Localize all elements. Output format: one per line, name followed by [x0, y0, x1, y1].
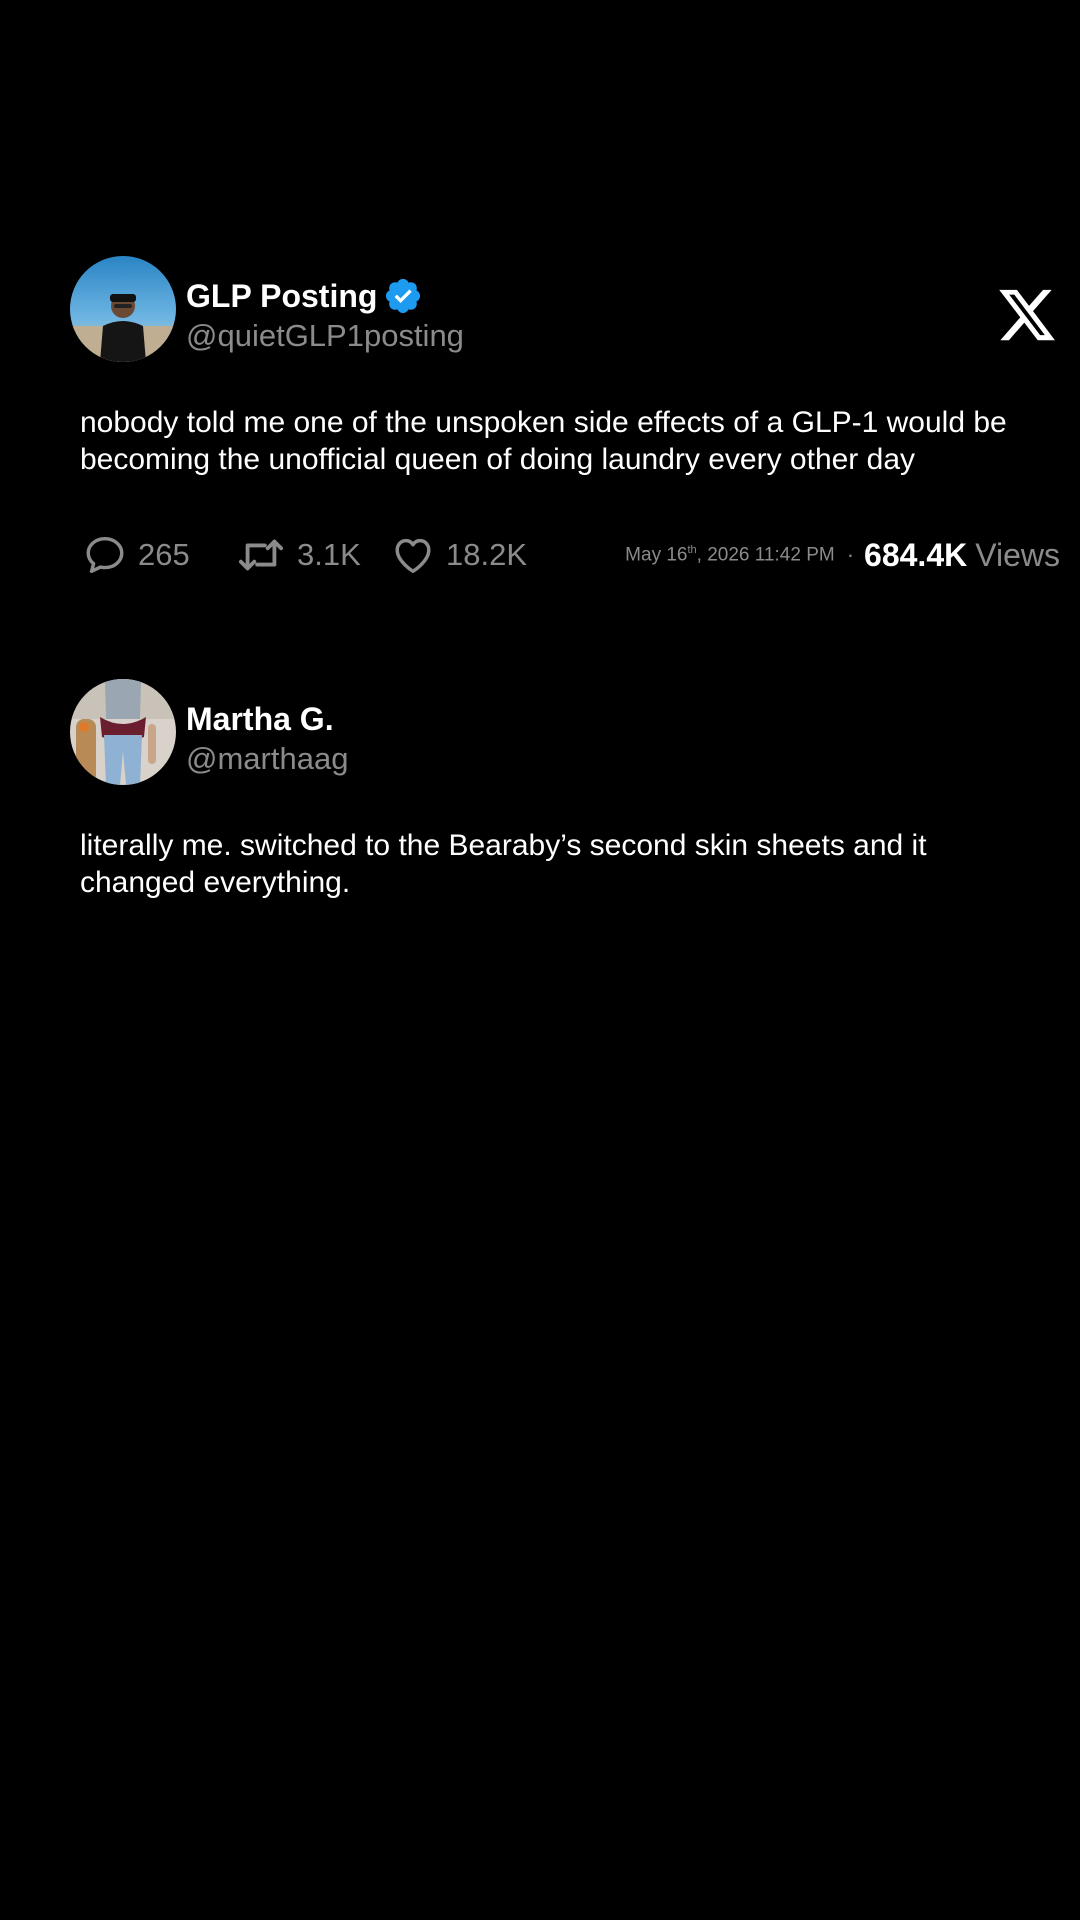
retweet-count: 3.1K — [297, 537, 361, 572]
post-timestamp[interactable]: May 16th, 2026 11:42 PM — [625, 544, 835, 566]
post-meta: May 16th, 2026 11:42 PM · 684.4K Views — [625, 530, 1060, 580]
reply-author-display-name[interactable]: Martha G. — [186, 701, 334, 738]
reply-button[interactable]: 265 — [82, 530, 190, 580]
reply-icon — [86, 536, 124, 574]
timestamp-day-suffix: th — [687, 543, 697, 556]
reply-count: 265 — [138, 537, 190, 572]
verified-badge-icon — [386, 278, 421, 314]
author-handle[interactable]: @quietGLP1posting — [186, 318, 464, 354]
reply-post: Martha G. @marthaag literally me. switch… — [70, 679, 1060, 901]
meta-separator: · — [846, 542, 855, 567]
reply-name-row: Martha G. — [186, 699, 334, 739]
like-count: 18.2K — [446, 537, 528, 572]
reply-avatar-image — [70, 679, 176, 785]
views-count: 684.4K — [864, 536, 968, 573]
post-header: GLP Posting @quietGLP1posting — [70, 256, 1060, 364]
like-icon — [395, 538, 431, 574]
like-button[interactable]: 18.2K — [390, 530, 527, 580]
reply-author-handle[interactable]: @marthaag — [186, 741, 348, 777]
name-row: GLP Posting — [186, 276, 423, 316]
reply-author-avatar[interactable] — [70, 679, 176, 785]
post-stats-bar: 265 3.1K 18.2K May 16th, 2026 11:42 PM · — [70, 530, 1060, 580]
timestamp-rest: , 2026 11:42 PM — [696, 544, 835, 566]
retweet-icon — [238, 539, 284, 571]
author-avatar[interactable] — [70, 256, 176, 362]
reply-header: Martha G. @marthaag — [70, 679, 1060, 787]
views-label: Views — [975, 536, 1060, 573]
retweet-button[interactable]: 3.1K — [235, 530, 361, 580]
avatar-image — [70, 256, 176, 362]
reply-text: literally me. switched to the Bearaby’s … — [80, 829, 927, 899]
x-logo-icon[interactable] — [994, 284, 1060, 346]
main-post: GLP Posting @quietGLP1posting nobody tol… — [70, 256, 1060, 580]
post-text: nobody told me one of the unspoken side … — [80, 406, 1007, 476]
author-display-name[interactable]: GLP Posting — [186, 278, 377, 315]
timestamp-date: May 16 — [625, 544, 688, 566]
